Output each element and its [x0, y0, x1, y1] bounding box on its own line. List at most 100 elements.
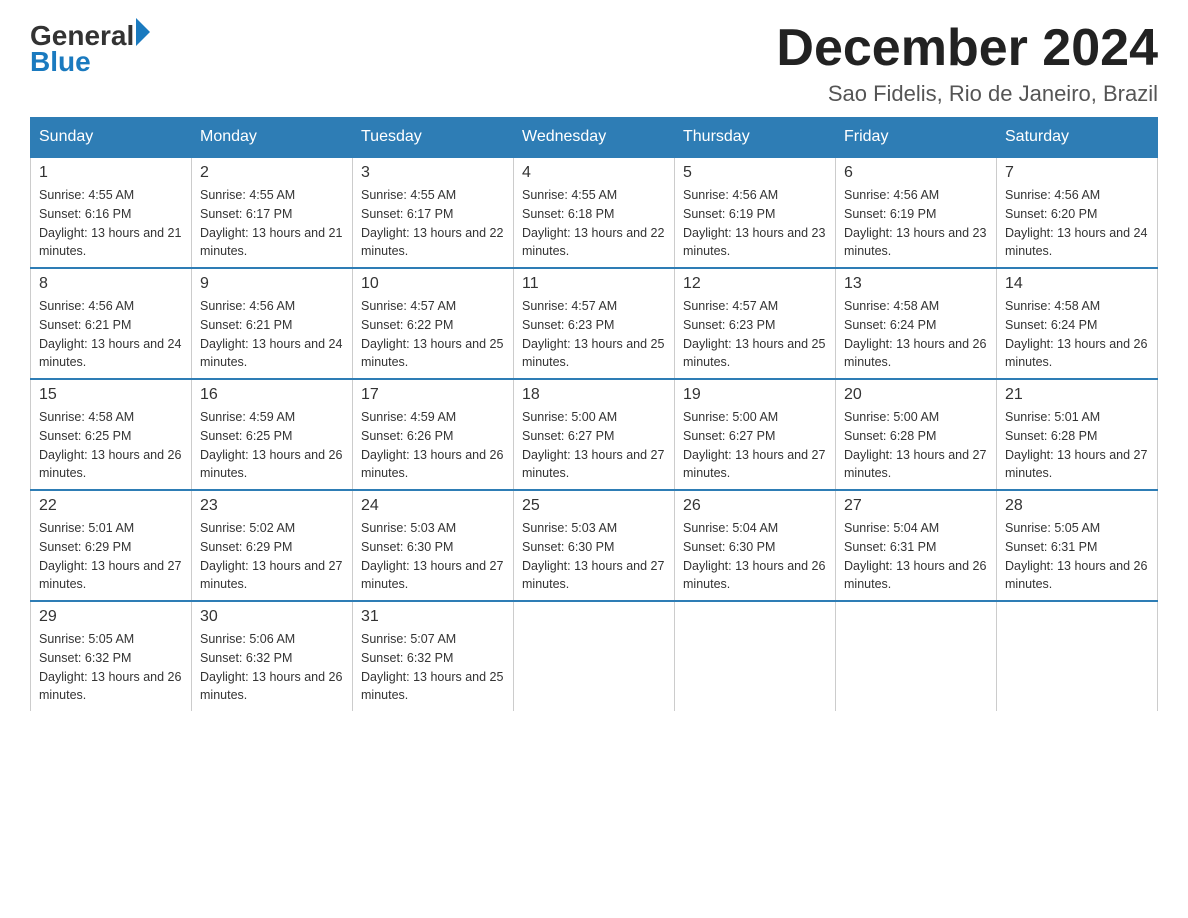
day-number: 8: [39, 275, 183, 293]
calendar-day-cell: 24 Sunrise: 5:03 AM Sunset: 6:30 PM Dayl…: [353, 490, 514, 601]
day-number: 25: [522, 497, 666, 515]
day-info: Sunrise: 4:59 AM Sunset: 6:26 PM Dayligh…: [361, 408, 505, 483]
calendar-week-row: 8 Sunrise: 4:56 AM Sunset: 6:21 PM Dayli…: [31, 268, 1158, 379]
day-info: Sunrise: 5:04 AM Sunset: 6:30 PM Dayligh…: [683, 519, 827, 594]
day-number: 17: [361, 386, 505, 404]
day-info: Sunrise: 5:06 AM Sunset: 6:32 PM Dayligh…: [200, 630, 344, 705]
calendar-day-cell: [514, 601, 675, 711]
day-number: 1: [39, 164, 183, 182]
calendar-day-cell: [997, 601, 1158, 711]
col-thursday: Thursday: [675, 118, 836, 158]
day-info: Sunrise: 5:05 AM Sunset: 6:32 PM Dayligh…: [39, 630, 183, 705]
day-info: Sunrise: 5:01 AM Sunset: 6:28 PM Dayligh…: [1005, 408, 1149, 483]
day-number: 16: [200, 386, 344, 404]
calendar-day-cell: 30 Sunrise: 5:06 AM Sunset: 6:32 PM Dayl…: [192, 601, 353, 711]
calendar-day-cell: 10 Sunrise: 4:57 AM Sunset: 6:22 PM Dayl…: [353, 268, 514, 379]
day-info: Sunrise: 5:00 AM Sunset: 6:27 PM Dayligh…: [683, 408, 827, 483]
day-info: Sunrise: 5:00 AM Sunset: 6:27 PM Dayligh…: [522, 408, 666, 483]
day-number: 12: [683, 275, 827, 293]
day-number: 14: [1005, 275, 1149, 293]
calendar-day-cell: 2 Sunrise: 4:55 AM Sunset: 6:17 PM Dayli…: [192, 157, 353, 268]
day-number: 4: [522, 164, 666, 182]
day-info: Sunrise: 4:56 AM Sunset: 6:21 PM Dayligh…: [39, 297, 183, 372]
col-friday: Friday: [836, 118, 997, 158]
logo: General Blue: [30, 20, 150, 78]
calendar-day-cell: 18 Sunrise: 5:00 AM Sunset: 6:27 PM Dayl…: [514, 379, 675, 490]
day-number: 21: [1005, 386, 1149, 404]
day-info: Sunrise: 5:01 AM Sunset: 6:29 PM Dayligh…: [39, 519, 183, 594]
calendar-week-row: 29 Sunrise: 5:05 AM Sunset: 6:32 PM Dayl…: [31, 601, 1158, 711]
calendar-day-cell: 15 Sunrise: 4:58 AM Sunset: 6:25 PM Dayl…: [31, 379, 192, 490]
day-info: Sunrise: 5:04 AM Sunset: 6:31 PM Dayligh…: [844, 519, 988, 594]
page-header: General Blue December 2024 Sao Fidelis, …: [30, 20, 1158, 107]
calendar-day-cell: 20 Sunrise: 5:00 AM Sunset: 6:28 PM Dayl…: [836, 379, 997, 490]
day-info: Sunrise: 4:59 AM Sunset: 6:25 PM Dayligh…: [200, 408, 344, 483]
calendar-day-cell: 21 Sunrise: 5:01 AM Sunset: 6:28 PM Dayl…: [997, 379, 1158, 490]
main-title: December 2024: [776, 20, 1158, 77]
day-number: 23: [200, 497, 344, 515]
day-info: Sunrise: 5:05 AM Sunset: 6:31 PM Dayligh…: [1005, 519, 1149, 594]
calendar-day-cell: 27 Sunrise: 5:04 AM Sunset: 6:31 PM Dayl…: [836, 490, 997, 601]
calendar-day-cell: 1 Sunrise: 4:55 AM Sunset: 6:16 PM Dayli…: [31, 157, 192, 268]
day-number: 13: [844, 275, 988, 293]
calendar-day-cell: 17 Sunrise: 4:59 AM Sunset: 6:26 PM Dayl…: [353, 379, 514, 490]
day-info: Sunrise: 5:00 AM Sunset: 6:28 PM Dayligh…: [844, 408, 988, 483]
calendar-week-row: 22 Sunrise: 5:01 AM Sunset: 6:29 PM Dayl…: [31, 490, 1158, 601]
day-number: 22: [39, 497, 183, 515]
day-info: Sunrise: 4:56 AM Sunset: 6:19 PM Dayligh…: [683, 186, 827, 261]
day-info: Sunrise: 5:03 AM Sunset: 6:30 PM Dayligh…: [361, 519, 505, 594]
day-number: 26: [683, 497, 827, 515]
day-info: Sunrise: 4:57 AM Sunset: 6:23 PM Dayligh…: [522, 297, 666, 372]
calendar-day-cell: 6 Sunrise: 4:56 AM Sunset: 6:19 PM Dayli…: [836, 157, 997, 268]
calendar-day-cell: 13 Sunrise: 4:58 AM Sunset: 6:24 PM Dayl…: [836, 268, 997, 379]
day-number: 24: [361, 497, 505, 515]
day-number: 30: [200, 608, 344, 626]
day-info: Sunrise: 4:56 AM Sunset: 6:19 PM Dayligh…: [844, 186, 988, 261]
subtitle: Sao Fidelis, Rio de Janeiro, Brazil: [776, 81, 1158, 107]
day-number: 18: [522, 386, 666, 404]
calendar-day-cell: 23 Sunrise: 5:02 AM Sunset: 6:29 PM Dayl…: [192, 490, 353, 601]
day-info: Sunrise: 4:55 AM Sunset: 6:17 PM Dayligh…: [361, 186, 505, 261]
day-info: Sunrise: 5:02 AM Sunset: 6:29 PM Dayligh…: [200, 519, 344, 594]
day-number: 7: [1005, 164, 1149, 182]
day-info: Sunrise: 4:58 AM Sunset: 6:25 PM Dayligh…: [39, 408, 183, 483]
day-number: 5: [683, 164, 827, 182]
calendar-table: Sunday Monday Tuesday Wednesday Thursday…: [30, 117, 1158, 711]
calendar-day-cell: 28 Sunrise: 5:05 AM Sunset: 6:31 PM Dayl…: [997, 490, 1158, 601]
day-number: 28: [1005, 497, 1149, 515]
col-sunday: Sunday: [31, 118, 192, 158]
day-info: Sunrise: 4:58 AM Sunset: 6:24 PM Dayligh…: [844, 297, 988, 372]
col-wednesday: Wednesday: [514, 118, 675, 158]
day-info: Sunrise: 4:57 AM Sunset: 6:23 PM Dayligh…: [683, 297, 827, 372]
calendar-day-cell: 19 Sunrise: 5:00 AM Sunset: 6:27 PM Dayl…: [675, 379, 836, 490]
calendar-day-cell: 8 Sunrise: 4:56 AM Sunset: 6:21 PM Dayli…: [31, 268, 192, 379]
calendar-day-cell: 4 Sunrise: 4:55 AM Sunset: 6:18 PM Dayli…: [514, 157, 675, 268]
title-section: December 2024 Sao Fidelis, Rio de Janeir…: [776, 20, 1158, 107]
day-number: 15: [39, 386, 183, 404]
day-info: Sunrise: 5:07 AM Sunset: 6:32 PM Dayligh…: [361, 630, 505, 705]
calendar-day-cell: 3 Sunrise: 4:55 AM Sunset: 6:17 PM Dayli…: [353, 157, 514, 268]
calendar-day-cell: 7 Sunrise: 4:56 AM Sunset: 6:20 PM Dayli…: [997, 157, 1158, 268]
calendar-day-cell: 11 Sunrise: 4:57 AM Sunset: 6:23 PM Dayl…: [514, 268, 675, 379]
day-number: 31: [361, 608, 505, 626]
day-info: Sunrise: 4:57 AM Sunset: 6:22 PM Dayligh…: [361, 297, 505, 372]
day-info: Sunrise: 4:56 AM Sunset: 6:20 PM Dayligh…: [1005, 186, 1149, 261]
logo-blue-text: Blue: [30, 46, 91, 78]
day-number: 19: [683, 386, 827, 404]
col-tuesday: Tuesday: [353, 118, 514, 158]
day-number: 9: [200, 275, 344, 293]
day-number: 11: [522, 275, 666, 293]
day-info: Sunrise: 4:55 AM Sunset: 6:18 PM Dayligh…: [522, 186, 666, 261]
col-monday: Monday: [192, 118, 353, 158]
day-number: 29: [39, 608, 183, 626]
day-info: Sunrise: 5:03 AM Sunset: 6:30 PM Dayligh…: [522, 519, 666, 594]
day-number: 3: [361, 164, 505, 182]
day-number: 2: [200, 164, 344, 182]
day-info: Sunrise: 4:55 AM Sunset: 6:17 PM Dayligh…: [200, 186, 344, 261]
calendar-day-cell: 31 Sunrise: 5:07 AM Sunset: 6:32 PM Dayl…: [353, 601, 514, 711]
logo-arrow-icon: [136, 18, 150, 46]
calendar-week-row: 1 Sunrise: 4:55 AM Sunset: 6:16 PM Dayli…: [31, 157, 1158, 268]
day-number: 10: [361, 275, 505, 293]
calendar-day-cell: 5 Sunrise: 4:56 AM Sunset: 6:19 PM Dayli…: [675, 157, 836, 268]
day-info: Sunrise: 4:56 AM Sunset: 6:21 PM Dayligh…: [200, 297, 344, 372]
